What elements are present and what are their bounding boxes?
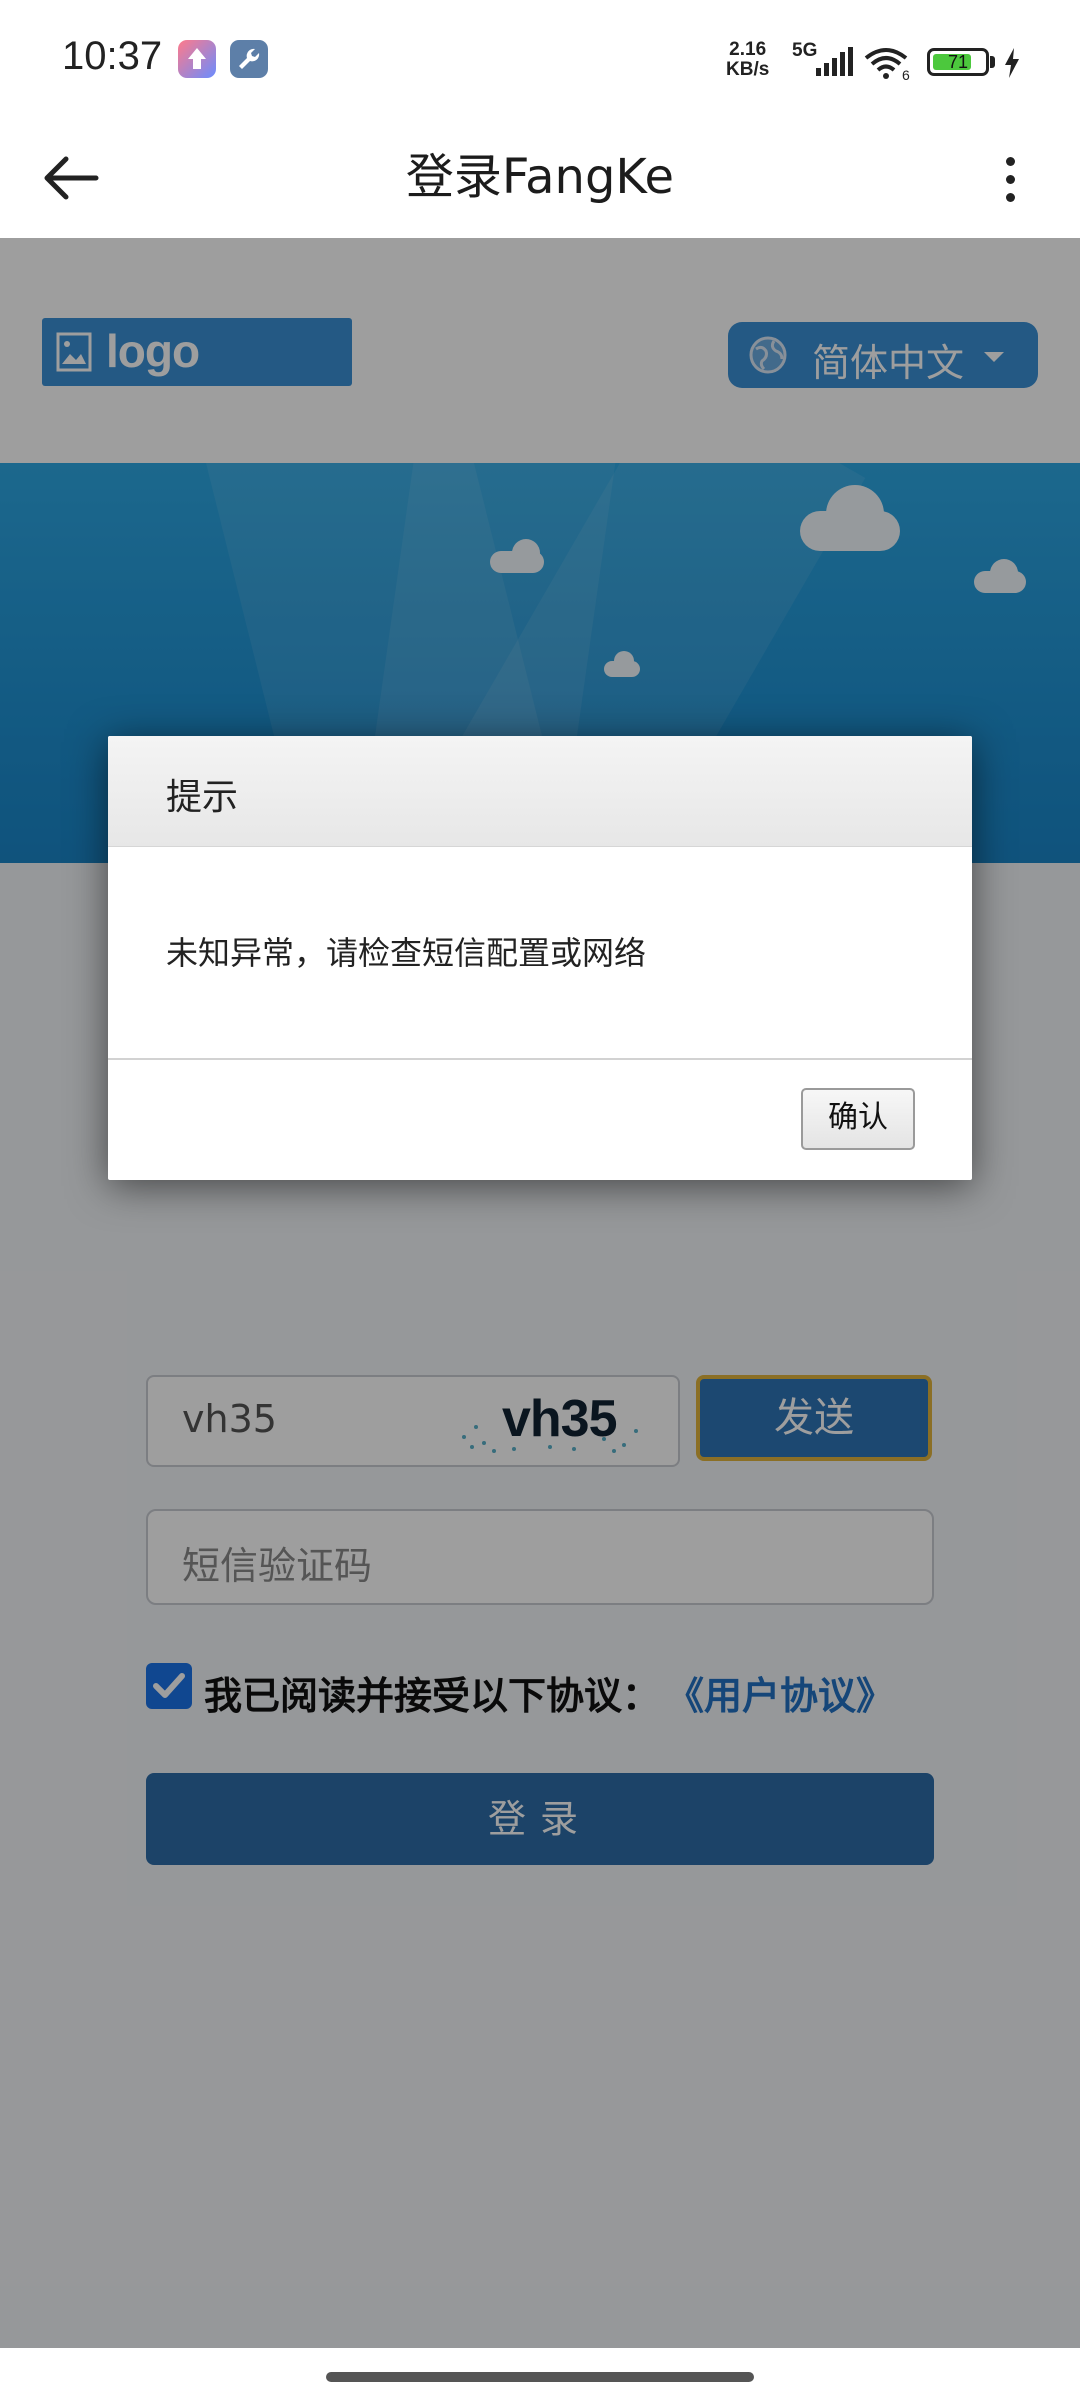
status-bar: 10:37 2.16 KB/s 5G 6 71	[0, 0, 1080, 120]
battery-cap	[990, 56, 995, 68]
gesture-bar	[0, 2348, 1080, 2400]
net-speed-unit: KB/s	[726, 59, 770, 80]
more-dot	[1006, 193, 1015, 202]
signal-bars-icon	[816, 47, 853, 76]
web-content: logo 简体中文 vh35 vh35 发送 短信验证码 我已阅读并接受以下协议…	[0, 238, 1080, 2348]
upload-app-icon	[178, 40, 216, 78]
more-button[interactable]	[980, 140, 1040, 220]
svg-text:6: 6	[902, 67, 910, 82]
more-dot	[1006, 175, 1015, 184]
status-time: 10:37	[62, 34, 163, 78]
modal-overlay[interactable]	[0, 238, 1080, 2348]
net-speed: 2.16 KB/s	[726, 40, 769, 80]
charging-icon	[1005, 48, 1019, 78]
battery-icon: 71	[927, 48, 989, 76]
battery-level: 71	[947, 52, 969, 72]
more-vertical-icon	[1006, 157, 1015, 166]
net-speed-value: 2.16	[729, 39, 767, 60]
dialog-header: 提示	[108, 736, 972, 847]
dialog-title: 提示	[166, 777, 239, 818]
home-indicator[interactable]	[326, 2372, 754, 2382]
confirm-button[interactable]: 确认	[801, 1088, 915, 1150]
app-title-bar: 登录FangKe	[0, 120, 1080, 238]
dialog-message: 未知异常，请检查短信配置或网络	[166, 934, 647, 972]
alert-dialog: 提示 未知异常，请检查短信配置或网络 确认	[108, 736, 972, 1180]
wifi-icon: 6	[864, 48, 910, 82]
dialog-divider	[108, 1058, 972, 1060]
page-title: 登录FangKe	[405, 149, 675, 205]
wrench-app-icon	[230, 40, 268, 78]
